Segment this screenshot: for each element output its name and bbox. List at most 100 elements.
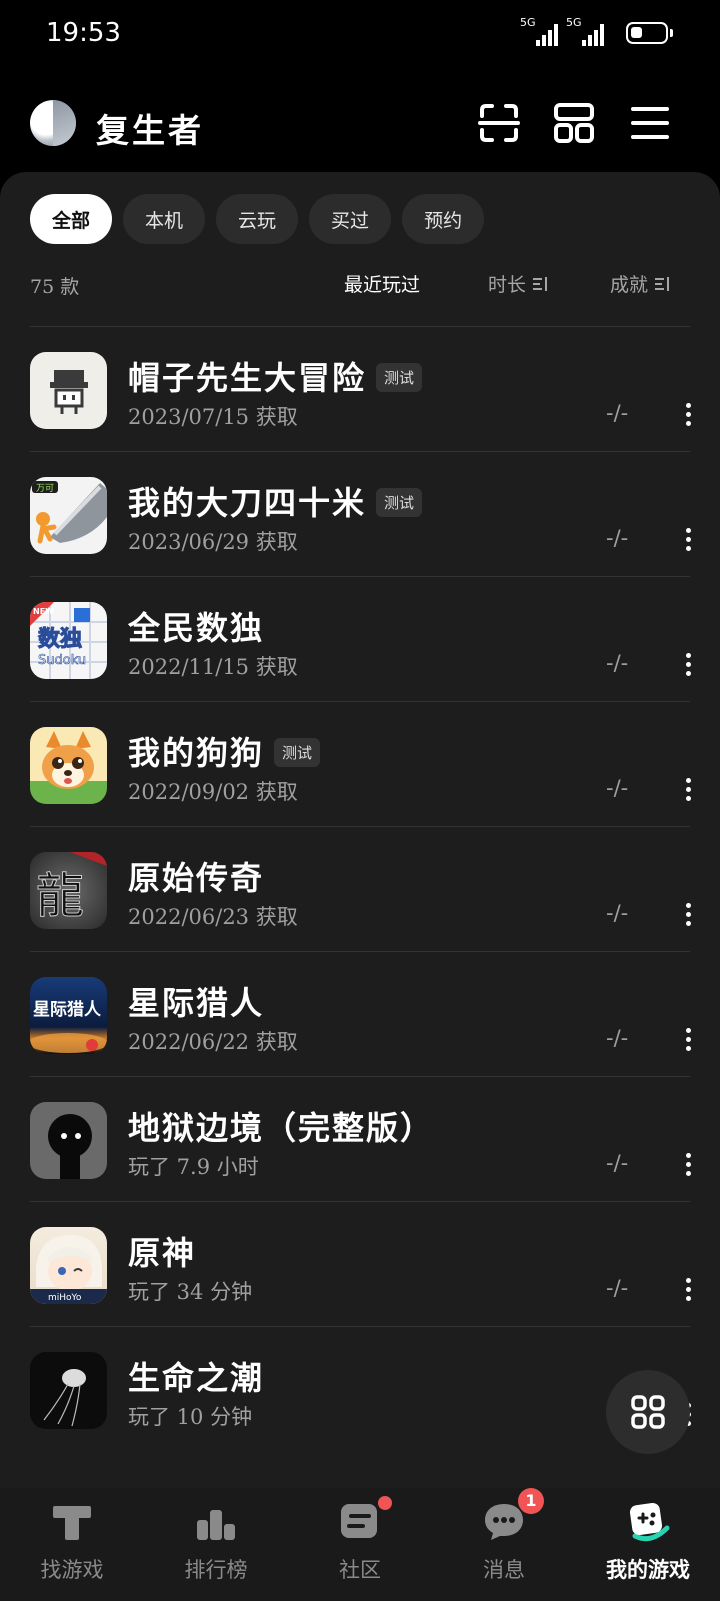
battery-level [631,27,642,38]
game-item[interactable]: 地狱边境（完整版） 玩了 7.9 小时 -/- [30,1076,691,1201]
signal-icon: 5G [520,16,558,46]
icon-text: miHoYo [48,1293,82,1303]
menu-icon[interactable] [627,100,673,146]
nav-find-game[interactable]: 找游戏 [0,1488,144,1601]
more-icon[interactable] [678,1278,698,1304]
game-title: 地狱边境（完整版） [128,1109,435,1147]
game-icon-limbo [30,1102,107,1179]
filter-purchased[interactable]: 买过 [309,194,392,244]
svg-text:万可: 万可 [36,483,54,494]
game-name: 我的狗狗 测试 [128,728,321,774]
game-icon-sudoku: NEW 数独 Sudoku [30,602,107,679]
sort-duration[interactable]: 时长 [488,270,548,297]
game-name: 原神 [128,1228,196,1274]
game-title: 原始传奇 [128,859,265,897]
more-icon[interactable] [678,1153,698,1179]
nav-my-games[interactable]: 我的游戏 [576,1488,720,1601]
sort-icon [533,276,548,291]
battery-icon [626,22,673,44]
game-icon-my-dog [30,727,107,804]
game-library-panel: 全部 本机 云玩 买过 预约 75 款 最近玩过 时长 成就 帽子先生大冒险 测… [0,172,720,1488]
game-title: 我的狗狗 [128,734,265,772]
filter-local[interactable]: 本机 [123,194,206,244]
achievement-value: -/- [606,401,629,425]
more-icon[interactable] [678,653,698,679]
icon-subtext: Sudoku [38,653,86,668]
game-icon-genshin: miHoYo [30,1227,107,1304]
game-subtitle: 玩了 10 分钟 [128,1405,253,1429]
sort-recent[interactable]: 最近玩过 [344,270,420,297]
avatar[interactable] [30,100,76,146]
nav-ranking[interactable]: 排行榜 [144,1488,288,1601]
game-subtitle: 玩了 7.9 小时 [128,1155,259,1179]
game-name: 生命之潮 [128,1353,264,1399]
game-item[interactable]: miHoYo 原神 玩了 34 分钟 -/- [30,1201,691,1326]
test-badge: 测试 [376,363,423,392]
game-name: 原始传奇 [128,853,264,899]
game-title: 帽子先生大冒险 [128,359,367,397]
header: 复生者 [0,80,720,170]
game-item[interactable]: 龍 原始传奇 2022/06/23 获取 -/- [30,826,691,951]
nav-community[interactable]: 社区 [288,1488,432,1601]
more-icon[interactable] [678,903,698,929]
username[interactable]: 复生者 [96,104,204,152]
nav-messages[interactable]: 1 消息 [432,1488,576,1601]
icon-new-tag: NEW [33,607,54,616]
game-name: 帽子先生大冒险 测试 [128,353,423,399]
sort-icon [655,276,670,291]
grid-view-button[interactable] [606,1370,690,1454]
filter-cloud[interactable]: 云玩 [216,194,299,244]
find-game-icon [53,1506,91,1540]
bottom-nav: 找游戏 排行榜 社区 1 消息 我的游戏 [0,1488,720,1601]
sort-achievement[interactable]: 成就 [610,270,670,297]
game-subtitle: 玩了 34 分钟 [128,1280,253,1304]
icon-text: 龍 [36,868,84,924]
scan-icon[interactable] [476,100,522,146]
game-list: 帽子先生大冒险 测试 2023/07/15 获取 -/- 万可 我的大刀四十米 测试… [30,326,691,1451]
icon-text: 数独 [38,626,82,652]
filter-all[interactable]: 全部 [30,194,113,244]
test-badge: 测试 [274,738,321,767]
game-title: 生命之潮 [128,1359,265,1397]
game-count: 75 款 [30,276,80,298]
game-item[interactable]: 生命之潮 玩了 10 分钟 -/- [30,1326,691,1451]
game-title: 全民数独 [128,609,265,647]
achievement-value: -/- [606,776,629,800]
community-icon [341,1504,377,1538]
filter-chips: 全部 本机 云玩 买过 预约 [30,194,485,244]
network-type-1: 5G [520,16,536,29]
achievement-value: -/- [606,1026,629,1050]
game-name: 我的大刀四十米 测试 [128,478,423,524]
game-subtitle: 2022/06/23 获取 [128,905,298,929]
game-icon-legend: 龍 [30,852,107,929]
game-name: 全民数独 [128,603,264,649]
nav-label: 社区 [339,1558,381,1582]
community-dot-badge [378,1496,392,1510]
game-title: 星际猎人 [128,984,265,1022]
game-item[interactable]: 我的狗狗 测试 2022/09/02 获取 -/- [30,701,691,826]
more-icon[interactable] [678,778,698,804]
achievement-value: -/- [606,1151,629,1175]
game-icon-star-hunter: 星际猎人 [30,977,107,1054]
nav-label: 找游戏 [40,1558,104,1582]
achievement-value: -/- [606,901,629,925]
filter-reserved[interactable]: 预约 [402,194,485,244]
achievement-value: -/- [606,526,629,550]
nav-label: 我的游戏 [606,1557,690,1582]
network-type-2: 5G [566,16,582,29]
icon-text: 星际猎人 [33,999,102,1020]
sort-duration-label: 时长 [488,274,527,296]
ranking-icon [197,1502,235,1540]
layout-icon[interactable] [551,100,597,146]
status-time: 19:53 [46,18,121,48]
game-item[interactable]: 帽子先生大冒险 测试 2023/07/15 获取 -/- [30,326,691,451]
game-subtitle: 2023/06/29 获取 [128,530,298,554]
more-icon[interactable] [678,528,698,554]
more-icon[interactable] [678,403,698,429]
game-item[interactable]: 星际猎人 星际猎人 2022/06/22 获取 -/- [30,951,691,1076]
game-title: 我的大刀四十米 [128,484,367,522]
game-item[interactable]: NEW 数独 Sudoku 全民数独 2022/11/15 获取 -/- [30,576,691,701]
game-name: 地狱边境（完整版） [128,1103,434,1149]
more-icon[interactable] [678,1028,698,1054]
game-item[interactable]: 万可 我的大刀四十米 测试 2023/06/29 获取 -/- [30,451,691,576]
